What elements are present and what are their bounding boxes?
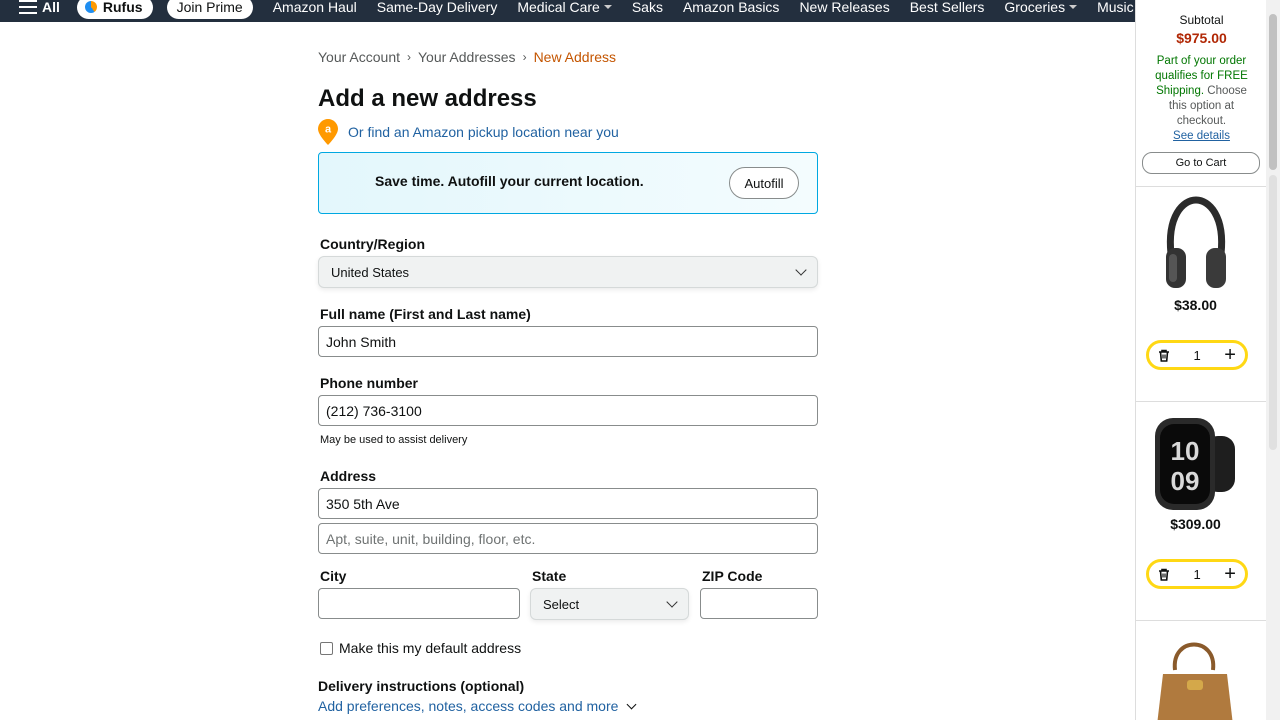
nav-link-amazon-basics[interactable]: Amazon Basics bbox=[683, 0, 779, 15]
breadcrumb-current: New Address bbox=[533, 49, 617, 65]
phone-hint: May be used to assist delivery bbox=[320, 434, 468, 446]
divider bbox=[1136, 186, 1266, 187]
state-select[interactable]: Select bbox=[530, 588, 689, 620]
state-label: State bbox=[532, 568, 567, 584]
quantity-stepper: 1 + bbox=[1146, 340, 1248, 370]
delivery-instructions-link[interactable]: Add preferences, notes, access codes and… bbox=[318, 698, 637, 714]
subtotal-label: Subtotal bbox=[1179, 13, 1224, 27]
caret-down-icon bbox=[603, 5, 612, 9]
plus-icon[interactable]: + bbox=[1224, 564, 1236, 584]
autofill-banner: Save time. Autofill your current locatio… bbox=[318, 152, 818, 214]
subtotal: Subtotal $975.00 bbox=[1136, 13, 1266, 46]
nav-link-medical-care[interactable]: Medical Care bbox=[517, 0, 612, 15]
item-price: $309.00 bbox=[1170, 516, 1221, 532]
nav-link-medical-care-label: Medical Care bbox=[517, 0, 600, 15]
all-label: All bbox=[42, 0, 60, 15]
free-shipping-note: Part of your order qualifies for FREE Sh… bbox=[1146, 54, 1257, 144]
cart-rail: Subtotal $975.00 Part of your order qual… bbox=[1135, 0, 1266, 720]
all-menu-button[interactable]: All bbox=[19, 0, 60, 15]
join-prime-button[interactable]: Join Prime bbox=[166, 0, 253, 19]
chevron-down-icon bbox=[626, 699, 637, 709]
svg-text:a: a bbox=[325, 124, 332, 136]
country-label: Country/Region bbox=[320, 236, 425, 252]
breadcrumb-separator: › bbox=[407, 50, 411, 64]
country-select[interactable]: United States bbox=[318, 256, 818, 288]
address-line1-input[interactable]: 350 5th Ave bbox=[318, 488, 818, 519]
divider bbox=[1136, 401, 1266, 402]
svg-text:10: 10 bbox=[1171, 436, 1200, 466]
phone-input[interactable]: (212) 736-3100 bbox=[318, 395, 818, 426]
chevron-down-icon bbox=[666, 596, 678, 608]
city-label: City bbox=[320, 568, 347, 584]
top-nav: All Rufus Join Prime Amazon Haul Same-Da… bbox=[0, 0, 1135, 22]
nav-link-new-releases[interactable]: New Releases bbox=[799, 0, 889, 15]
zip-input[interactable] bbox=[700, 588, 818, 619]
nav-link-best-sellers[interactable]: Best Sellers bbox=[910, 0, 985, 15]
city-input[interactable] bbox=[318, 588, 520, 619]
breadcrumb-your-addresses[interactable]: Your Addresses bbox=[418, 49, 516, 65]
nav-link-groceries-label: Groceries bbox=[1004, 0, 1066, 15]
plus-icon[interactable]: + bbox=[1224, 345, 1236, 365]
hamburger-icon bbox=[19, 0, 37, 14]
go-to-cart-button[interactable]: Go to Cart bbox=[1142, 152, 1260, 174]
rufus-icon bbox=[84, 1, 97, 13]
default-address-label[interactable]: Make this my default address bbox=[339, 640, 521, 656]
nav-link-music[interactable]: Music bbox=[1097, 0, 1134, 15]
quantity-stepper: 1 + bbox=[1146, 559, 1248, 589]
caret-down-icon bbox=[1069, 5, 1078, 9]
autofill-text: Save time. Autofill your current locatio… bbox=[375, 173, 644, 189]
delivery-instructions-link-label: Add preferences, notes, access codes and… bbox=[318, 698, 619, 714]
address-line2-input[interactable]: Apt, suite, unit, building, floor, etc. bbox=[318, 523, 818, 554]
phone-label: Phone number bbox=[320, 375, 419, 391]
pickup-location-link[interactable]: Or find an Amazon pickup location near y… bbox=[348, 124, 619, 140]
zip-label: ZIP Code bbox=[702, 568, 763, 584]
state-value: Select bbox=[543, 596, 580, 612]
trash-icon[interactable] bbox=[1158, 349, 1170, 362]
fullname-input[interactable]: John Smith bbox=[318, 326, 818, 357]
divider bbox=[1136, 620, 1266, 621]
breadcrumb-separator: › bbox=[522, 50, 527, 64]
quantity-value: 1 bbox=[1193, 566, 1201, 582]
default-address-row: Make this my default address bbox=[320, 640, 521, 656]
chevron-down-icon bbox=[795, 264, 807, 276]
scrollbar-thumb[interactable] bbox=[1269, 14, 1277, 170]
subtotal-value: $975.00 bbox=[1176, 30, 1227, 46]
breadcrumb-your-account[interactable]: Your Account bbox=[318, 49, 400, 65]
quantity-value: 1 bbox=[1193, 347, 1201, 363]
svg-text:09: 09 bbox=[1171, 466, 1200, 496]
page-scrollbar[interactable] bbox=[1266, 0, 1280, 720]
page-title: Add a new address bbox=[318, 85, 537, 112]
delivery-instructions-title: Delivery instructions (optional) bbox=[318, 678, 525, 694]
breadcrumb: Your Account › Your Addresses › New Addr… bbox=[318, 49, 616, 65]
join-prime-label: Join Prime bbox=[176, 0, 243, 15]
autofill-button[interactable]: Autofill bbox=[729, 167, 799, 199]
nav-link-groceries[interactable]: Groceries bbox=[1004, 0, 1078, 15]
pickup-location-row: a Or find an Amazon pickup location near… bbox=[318, 119, 619, 145]
default-address-checkbox[interactable] bbox=[320, 641, 333, 655]
country-value: United States bbox=[331, 264, 410, 280]
scrollbar-track-segment bbox=[1269, 175, 1277, 450]
item-price: $38.00 bbox=[1174, 297, 1217, 313]
nav-link-saks[interactable]: Saks bbox=[632, 0, 663, 15]
trash-icon[interactable] bbox=[1158, 568, 1170, 581]
see-details-link[interactable]: See details bbox=[1173, 130, 1230, 142]
address-label: Address bbox=[320, 468, 377, 484]
nav-link-amazon-haul[interactable]: Amazon Haul bbox=[273, 0, 357, 15]
rufus-label: Rufus bbox=[102, 0, 143, 15]
rufus-button[interactable]: Rufus bbox=[76, 0, 153, 19]
smartwatch-icon[interactable]: 10 09 bbox=[1153, 412, 1238, 517]
handbag-icon[interactable] bbox=[1153, 630, 1238, 720]
headphones-icon[interactable] bbox=[1153, 194, 1238, 294]
nav-link-same-day-delivery[interactable]: Same-Day Delivery bbox=[377, 0, 498, 15]
fullname-label: Full name (First and Last name) bbox=[320, 306, 531, 322]
amazon-pickup-pin-icon: a bbox=[318, 119, 338, 145]
